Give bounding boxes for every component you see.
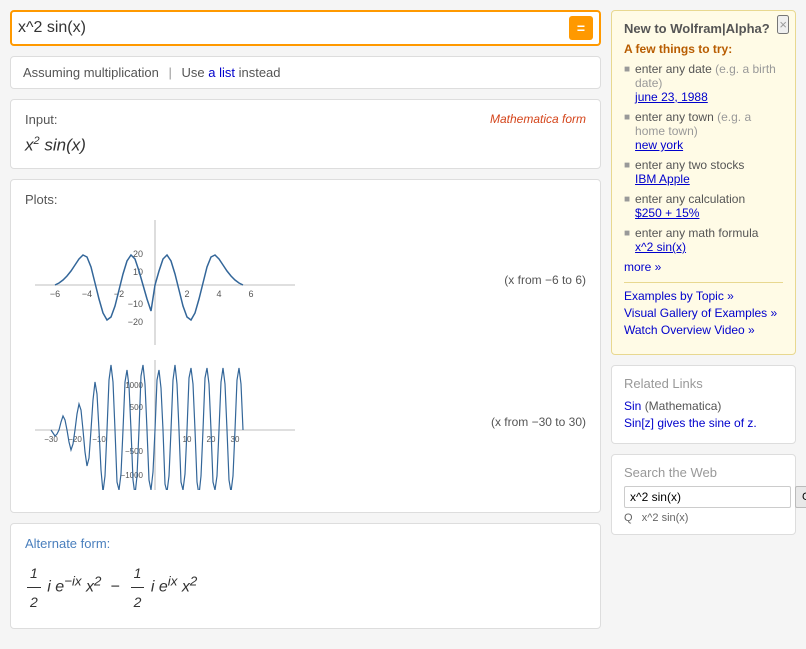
try-label-date: enter any date [635, 62, 712, 76]
web-search-input-row: Go [624, 486, 783, 508]
try-example-date[interactable]: june 23, 1988 [635, 90, 783, 104]
assumption-bar: Assuming multiplication | Use a list ins… [10, 56, 601, 89]
search-bar: = [10, 10, 601, 46]
try-label-town: enter any town [635, 110, 714, 124]
alternate-form-title: Alternate form: [25, 536, 586, 551]
plots-pod: Plots: −6 −4 −2 2 4 6 [10, 179, 601, 513]
plot-row-2: −30 −20 −10 10 20 30 1000 500 −500 −1000 [25, 355, 586, 490]
web-search-input[interactable] [624, 486, 791, 508]
plots-title: Plots: [25, 192, 586, 207]
close-new-box-button[interactable]: × [777, 15, 789, 34]
plot-svg-2: −30 −20 −10 10 20 30 1000 500 −500 −1000 [25, 355, 295, 490]
bullet-icon: ■ [624, 64, 630, 75]
related-sin-mathematica: (Mathematica) [645, 399, 722, 413]
new-box-subtitle: A few things to try: [624, 42, 783, 56]
try-item-date: ■ enter any date (e.g. a birth date) jun… [624, 62, 783, 104]
try-label-formula: enter any math formula [635, 226, 758, 240]
assumption-separator: | [168, 65, 171, 80]
sidebar-links: Examples by Topic » Visual Gallery of Ex… [624, 282, 783, 344]
assumption-suffix: instead [239, 65, 281, 80]
visual-gallery-link[interactable]: Visual Gallery of Examples » [624, 306, 783, 320]
svg-text:−20: −20 [128, 317, 143, 327]
svg-text:−20: −20 [68, 435, 82, 444]
new-to-wolfram-box: × New to Wolfram|Alpha? A few things to … [611, 10, 796, 355]
try-item-calc: ■ enter any calculation $250 + 15% [624, 192, 783, 220]
suggestion-text: Q x^2 sin(x) [624, 512, 783, 524]
new-box-title: New to Wolfram|Alpha? [624, 21, 783, 36]
try-example-calc[interactable]: $250 + 15% [635, 206, 745, 220]
input-pod-title: Input: Mathematica form [25, 112, 586, 127]
assumption-list-link[interactable]: a list [208, 65, 235, 80]
mathematica-form-link[interactable]: Mathematica form [490, 112, 586, 126]
web-search-box: Search the Web Go Q x^2 sin(x) [611, 454, 796, 535]
svg-text:500: 500 [130, 403, 144, 412]
related-item-sin-desc: Sin[z] gives the sine of z. [624, 416, 783, 430]
web-search-button[interactable]: Go [795, 486, 806, 508]
svg-text:−4: −4 [82, 289, 92, 299]
related-item-sin: Sin (Mathematica) [624, 399, 783, 413]
related-sin-desc-link[interactable]: Sin[z] gives the sine of z. [624, 416, 757, 430]
alternate-form-math: 1 2 i e−ix x2 − 1 2 i eix x2 [25, 559, 586, 616]
bullet-icon: ■ [624, 228, 630, 239]
try-example-town[interactable]: new york [635, 138, 783, 152]
bullet-icon: ■ [624, 160, 630, 171]
related-links-box: Related Links Sin (Mathematica) Sin[z] g… [611, 365, 796, 444]
svg-text:−6: −6 [50, 289, 60, 299]
try-item-formula: ■ enter any math formula x^2 sin(x) [624, 226, 783, 254]
sidebar: × New to Wolfram|Alpha? A few things to … [611, 10, 796, 639]
related-links-title: Related Links [624, 376, 783, 391]
try-item-stocks: ■ enter any two stocks IBM Apple [624, 158, 783, 186]
search-input[interactable] [18, 19, 569, 37]
watch-overview-link[interactable]: Watch Overview Video » [624, 323, 783, 337]
svg-text:−500: −500 [125, 447, 144, 456]
svg-text:2: 2 [184, 289, 189, 299]
plot-label-1: (x from −6 to 6) [504, 273, 586, 287]
examples-by-topic-link[interactable]: Examples by Topic » [624, 289, 783, 303]
plot-area-1: −6 −4 −2 2 4 6 20 10 −10 −20 [25, 215, 494, 345]
plot-row-1: −6 −4 −2 2 4 6 20 10 −10 −20 [25, 215, 586, 345]
main-content: = Assuming multiplication | Use a list i… [10, 10, 601, 639]
try-label-stocks: enter any two stocks [635, 158, 744, 172]
related-sin-link[interactable]: Sin [624, 399, 641, 413]
assumption-prefix: Use [181, 65, 204, 80]
bullet-icon: ■ [624, 112, 630, 123]
search-go-button[interactable]: = [569, 16, 593, 40]
svg-text:6: 6 [248, 289, 253, 299]
try-label-calc: enter any calculation [635, 192, 745, 206]
input-math-display: x2 sin(x) [25, 135, 586, 156]
svg-text:4: 4 [216, 289, 221, 299]
bullet-icon: ■ [624, 194, 630, 205]
svg-text:−1000: −1000 [121, 471, 144, 480]
assumption-text: Assuming multiplication [23, 65, 159, 80]
plot-label-2: (x from −30 to 30) [491, 415, 586, 429]
input-pod: Input: Mathematica form x2 sin(x) [10, 99, 601, 169]
plot-svg-1: −6 −4 −2 2 4 6 20 10 −10 −20 [25, 215, 295, 345]
alternate-form-pod: Alternate form: 1 2 i e−ix x2 − 1 2 i ei… [10, 523, 601, 629]
more-link[interactable]: more » [624, 260, 783, 274]
plot-area-2: −30 −20 −10 10 20 30 1000 500 −500 −1000 [25, 355, 481, 490]
svg-text:−10: −10 [128, 299, 143, 309]
try-example-stocks[interactable]: IBM Apple [635, 172, 744, 186]
try-item-town: ■ enter any town (e.g. a home town) new … [624, 110, 783, 152]
web-search-title: Search the Web [624, 465, 783, 480]
try-example-formula[interactable]: x^2 sin(x) [635, 240, 758, 254]
svg-text:−30: −30 [44, 435, 58, 444]
